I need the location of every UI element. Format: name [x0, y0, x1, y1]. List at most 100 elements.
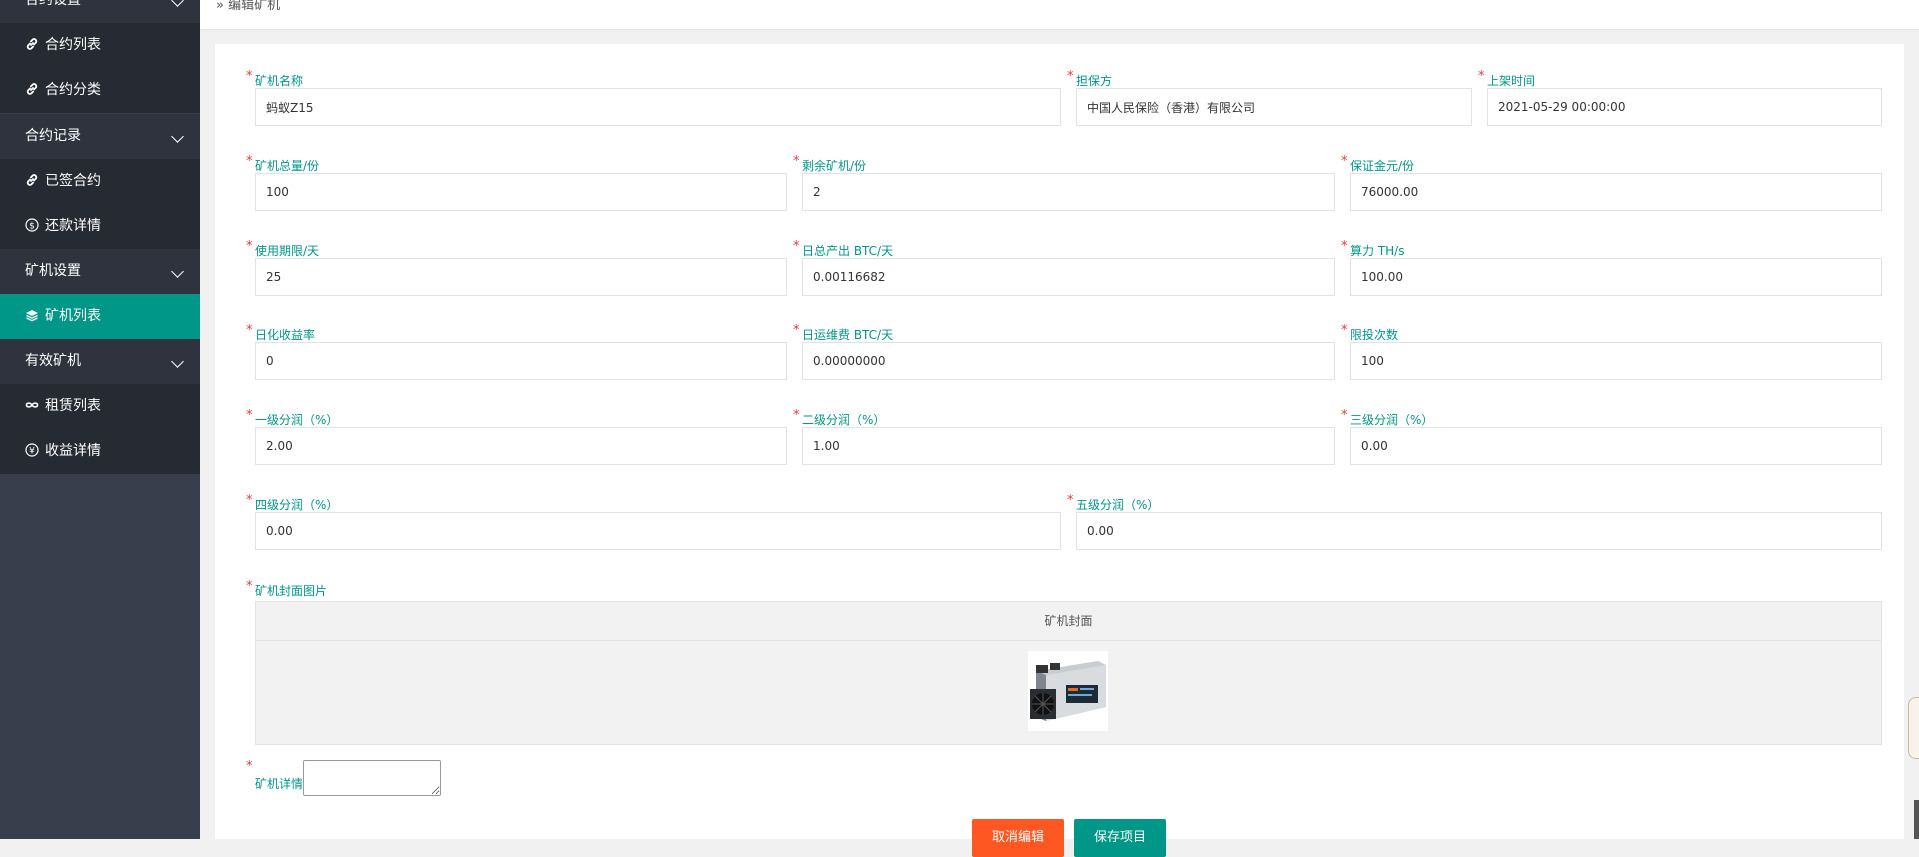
scroll-handle[interactable]	[1908, 697, 1919, 759]
miner-name-field: * 矿机名称	[246, 69, 1061, 126]
yen-circle-icon: ¥	[25, 443, 39, 457]
term-days-field: * 使用期限/天	[246, 239, 787, 296]
daily-output-label: 日总产出 BTC/天	[802, 244, 894, 258]
sidebar: 合约设置 合约列表 合约分类 合约记录 已签合约 $ 还款详情 矿机设置 矿机列…	[0, 0, 200, 839]
level3-share-input[interactable]	[1350, 427, 1882, 465]
top-bar: » 编辑矿机	[200, 0, 1919, 30]
required-mark: *	[793, 239, 800, 254]
level5-share-field: * 五级分润（%）	[1067, 493, 1882, 550]
sidebar-group-label: 有效矿机	[25, 353, 81, 369]
sidebar-item-label: 已签合约	[45, 173, 101, 189]
term-days-input[interactable]	[255, 258, 787, 296]
level1-share-field: * 一级分润（%）	[246, 408, 787, 465]
required-mark: *	[246, 69, 253, 84]
sidebar-group-label: 矿机设置	[25, 263, 81, 279]
daily-maintenance-input[interactable]	[802, 342, 1335, 380]
listing-time-input[interactable]	[1487, 88, 1882, 126]
sidebar-item-repayment-details[interactable]: $ 还款详情	[0, 204, 200, 249]
page-title: 编辑矿机	[228, 0, 281, 13]
total-shares-field: * 矿机总量/份	[246, 154, 787, 211]
guarantor-input[interactable]	[1076, 88, 1472, 126]
purchase-limit-label: 限投次数	[1350, 328, 1399, 342]
required-mark: *	[1067, 493, 1074, 508]
required-mark: *	[246, 759, 253, 774]
daily-output-input[interactable]	[802, 258, 1335, 296]
sidebar-group-active-miners[interactable]: 有效矿机	[0, 339, 200, 384]
required-mark: *	[1341, 239, 1348, 254]
miner-name-input[interactable]	[255, 88, 1061, 126]
listing-time-label: 上架时间	[1487, 74, 1536, 88]
infinity-icon	[25, 398, 39, 412]
level5-share-input[interactable]	[1076, 512, 1882, 550]
dollar-circle-icon: $	[25, 218, 39, 232]
chevron-down-icon	[171, 355, 184, 368]
sidebar-group-miner-settings[interactable]: 矿机设置	[0, 249, 200, 294]
daily-maintenance-label: 日运维费 BTC/天	[802, 328, 894, 342]
required-mark: *	[793, 408, 800, 423]
sidebar-group-contract-records[interactable]: 合约记录	[0, 114, 200, 159]
sidebar-item-label: 矿机列表	[45, 308, 101, 324]
level4-share-label: 四级分润（%）	[255, 498, 339, 512]
sidebar-group-label: 合约记录	[25, 128, 81, 144]
level1-share-label: 一级分润（%）	[255, 413, 339, 427]
required-mark: *	[246, 579, 253, 594]
purchase-limit-field: * 限投次数	[1341, 323, 1882, 380]
svg-text:¥: ¥	[29, 447, 35, 457]
required-mark: *	[246, 323, 253, 338]
level2-share-input[interactable]	[802, 427, 1335, 465]
sidebar-item-lease-list[interactable]: 租赁列表	[0, 384, 200, 429]
scrollbar-thumb[interactable]	[1914, 800, 1919, 839]
guarantor-label: 担保方	[1076, 74, 1113, 88]
required-mark: *	[1341, 154, 1348, 169]
remaining-shares-input[interactable]	[802, 173, 1335, 211]
sidebar-item-signed-contracts[interactable]: 已签合约	[0, 159, 200, 204]
cancel-edit-button[interactable]: 取消编辑	[972, 819, 1064, 857]
required-mark: *	[793, 323, 800, 338]
cover-image-column-header: 矿机封面	[256, 602, 1881, 641]
term-days-label: 使用期限/天	[255, 244, 320, 258]
cover-image-table: 矿机封面	[255, 601, 1882, 745]
level5-share-label: 五级分润（%）	[1076, 498, 1160, 512]
sidebar-item-label: 收益详情	[45, 443, 101, 459]
miner-cover-thumbnail[interactable]	[1028, 651, 1108, 731]
hashrate-input[interactable]	[1350, 258, 1882, 296]
deposit-input[interactable]	[1350, 173, 1882, 211]
required-mark: *	[246, 493, 253, 508]
level3-share-field: * 三级分润（%）	[1341, 408, 1882, 465]
sidebar-item-label: 还款详情	[45, 218, 101, 234]
required-mark: *	[246, 408, 253, 423]
sidebar-item-contract-category[interactable]: 合约分类	[0, 68, 200, 113]
sidebar-item-miner-list[interactable]: 矿机列表	[0, 294, 200, 339]
sidebar-item-earnings-details[interactable]: ¥ 收益详情	[0, 429, 200, 474]
details-label: 矿机详情	[255, 777, 304, 791]
required-mark: *	[1478, 69, 1485, 84]
details-textarea[interactable]	[303, 760, 441, 796]
level2-share-label: 二级分润（%）	[802, 413, 886, 427]
total-shares-input[interactable]	[255, 173, 787, 211]
save-project-button[interactable]: 保存项目	[1074, 819, 1166, 857]
listing-time-field: * 上架时间	[1478, 69, 1882, 126]
daily-maintenance-field: * 日运维费 BTC/天	[793, 323, 1335, 380]
daily-yield-label: 日化收益率	[255, 328, 316, 342]
chevron-down-icon	[171, 265, 184, 278]
miner-name-label: 矿机名称	[255, 74, 304, 88]
sidebar-group-contract-settings[interactable]: 合约设置	[0, 0, 200, 23]
remaining-shares-label: 剩余矿机/份	[802, 159, 867, 173]
svg-text:$: $	[29, 222, 35, 232]
sidebar-item-label: 合约分类	[45, 82, 101, 98]
link-icon	[25, 37, 39, 51]
sidebar-item-label: 租赁列表	[45, 398, 101, 414]
level1-share-input[interactable]	[255, 427, 787, 465]
daily-yield-input[interactable]	[255, 342, 787, 380]
required-mark: *	[793, 154, 800, 169]
sidebar-item-contract-list[interactable]: 合约列表	[0, 23, 200, 68]
total-shares-label: 矿机总量/份	[255, 159, 320, 173]
level4-share-input[interactable]	[255, 512, 1061, 550]
daily-yield-field: * 日化收益率	[246, 323, 787, 380]
purchase-limit-input[interactable]	[1350, 342, 1882, 380]
hashrate-field: * 算力 TH/s	[1341, 239, 1882, 296]
deposit-label: 保证金元/份	[1350, 159, 1415, 173]
remaining-shares-field: * 剩余矿机/份	[793, 154, 1335, 211]
level2-share-field: * 二级分润（%）	[793, 408, 1335, 465]
required-mark: *	[1067, 69, 1074, 84]
